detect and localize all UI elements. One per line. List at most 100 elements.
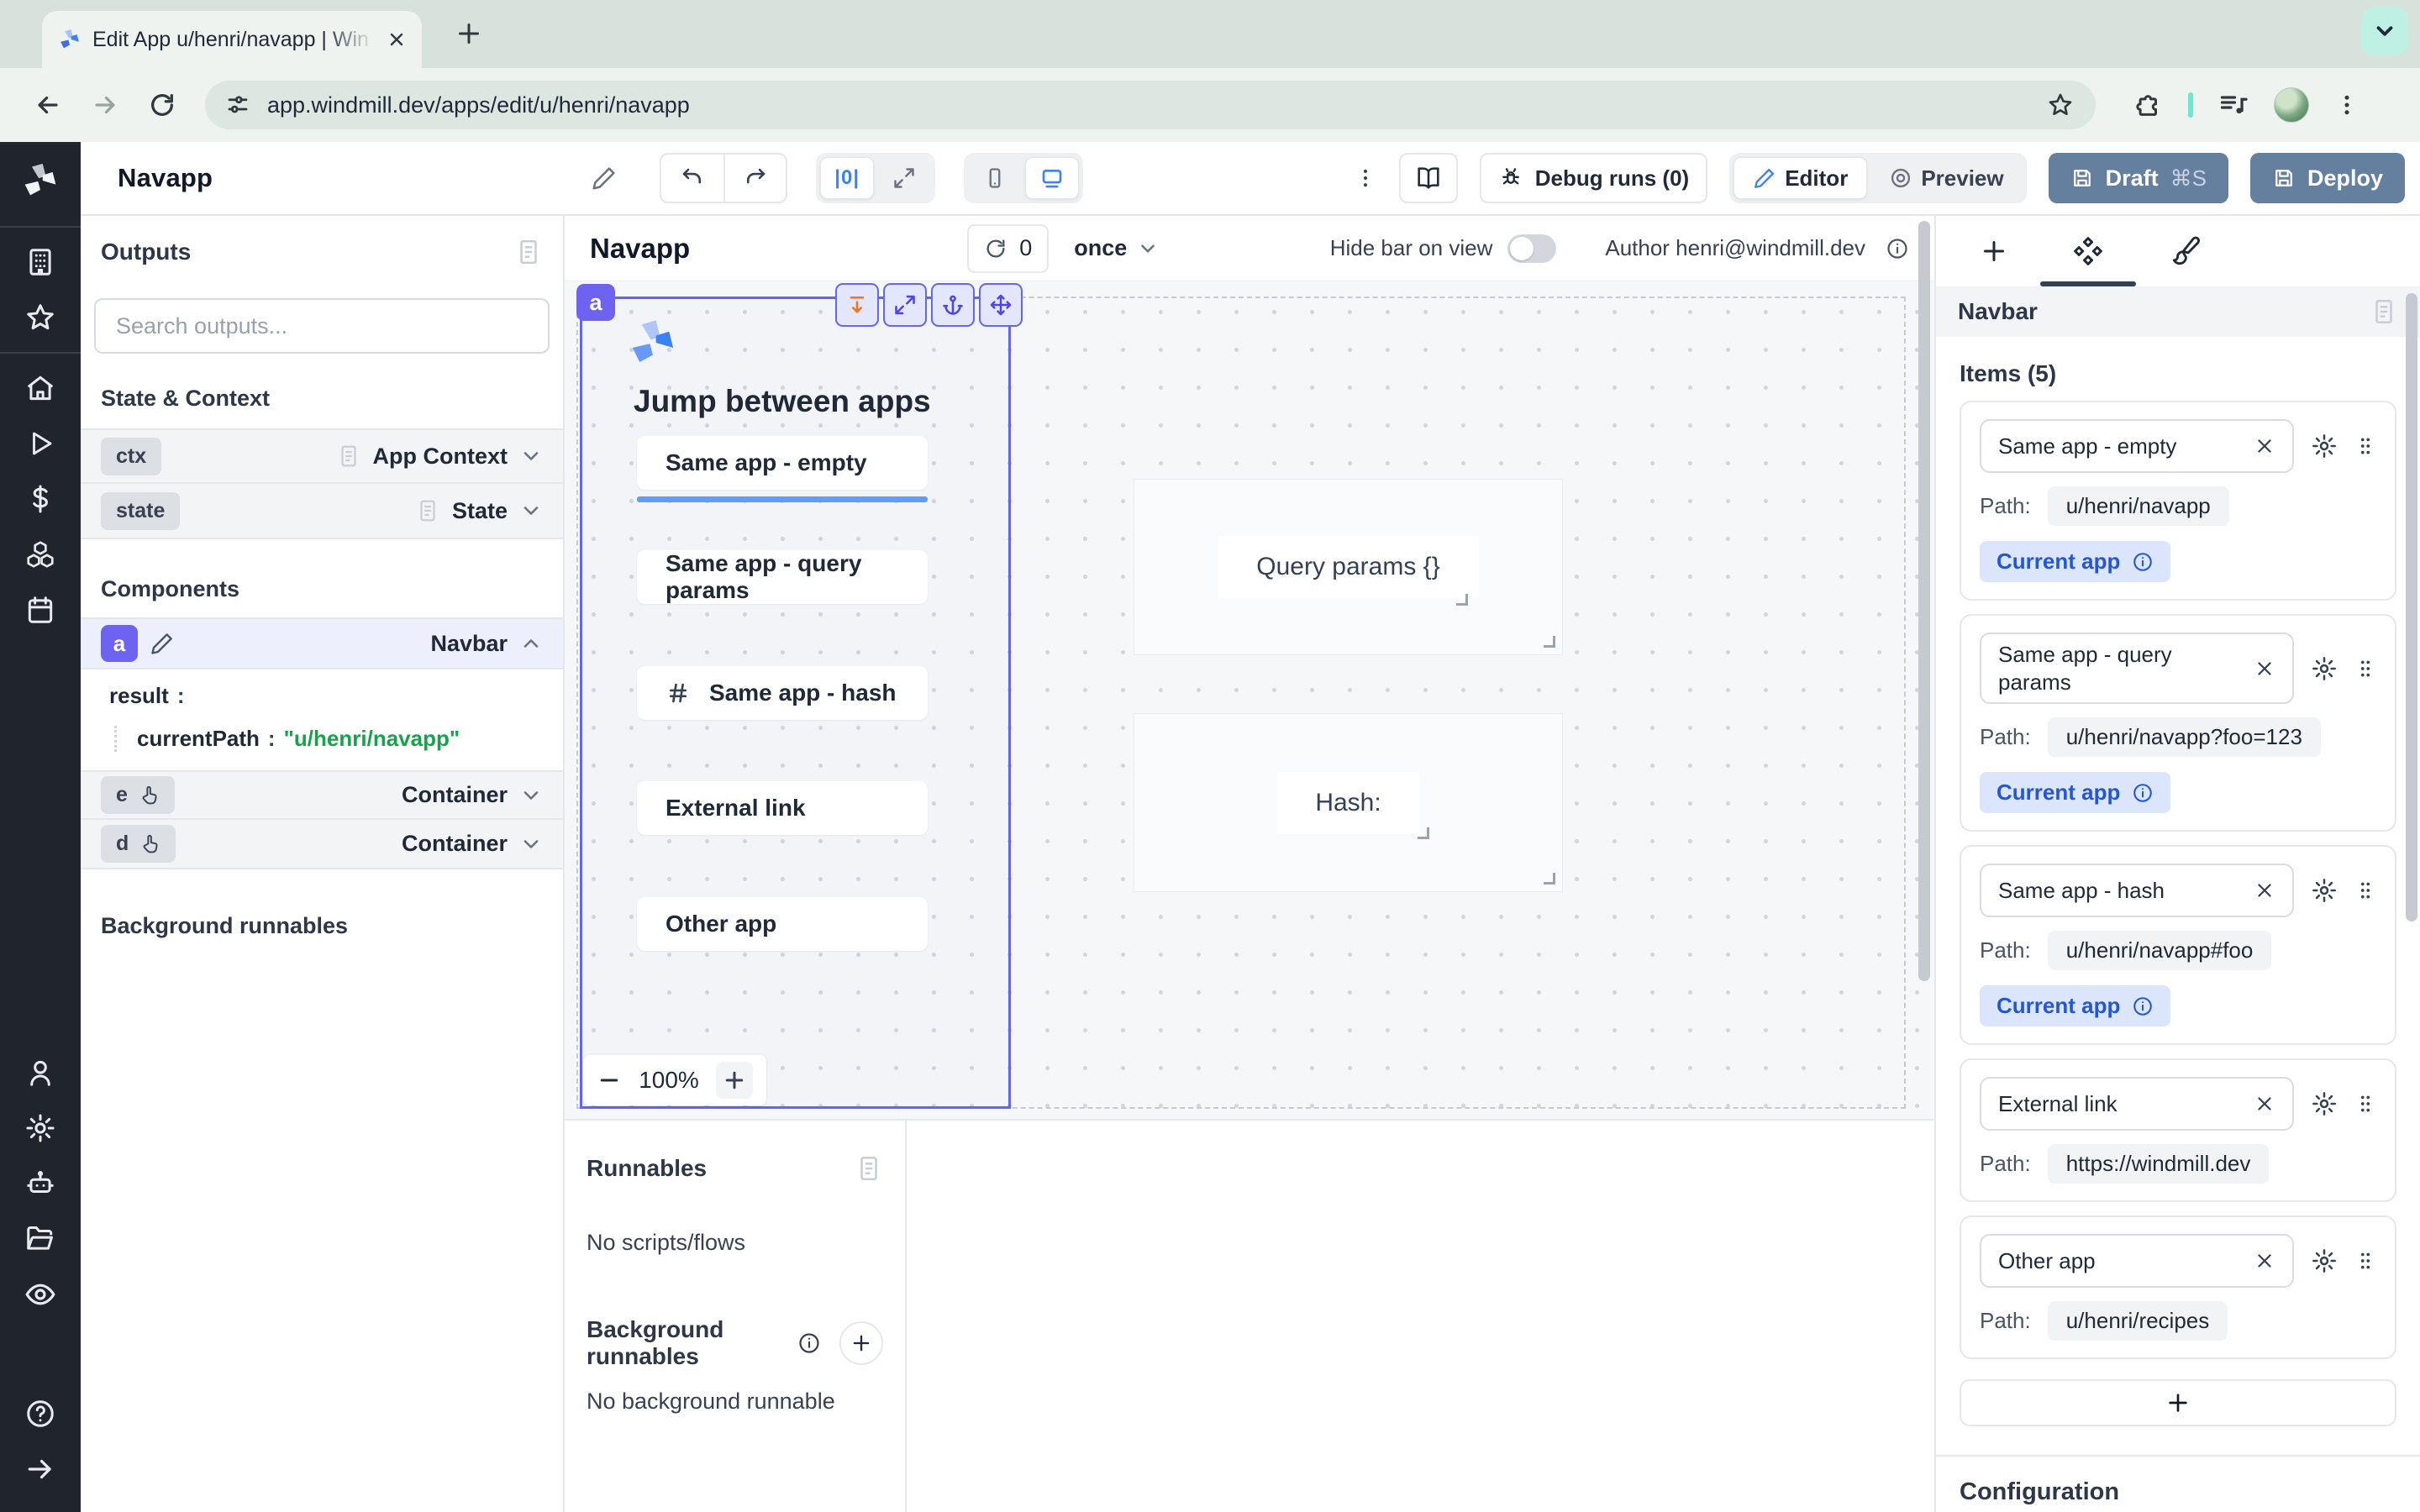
draft-button[interactable]: Draft ⌘S bbox=[2049, 153, 2228, 203]
item-label-input[interactable]: External link bbox=[1980, 1077, 2294, 1131]
drag-handle-icon[interactable] bbox=[2354, 1250, 2376, 1272]
fullwidth-layout-button[interactable] bbox=[877, 157, 931, 199]
workspace-building-icon[interactable] bbox=[0, 234, 81, 290]
item-label-input[interactable]: Same app - empty bbox=[1980, 419, 2294, 473]
chevron-down-icon[interactable] bbox=[519, 499, 543, 522]
info-icon[interactable] bbox=[2132, 782, 2154, 804]
preview-tab[interactable]: Preview bbox=[1870, 157, 2022, 199]
user-icon[interactable] bbox=[0, 1045, 81, 1100]
state-row[interactable]: state State bbox=[81, 484, 563, 539]
schedules-calendar-icon[interactable] bbox=[0, 582, 81, 638]
resources-boxes-icon[interactable] bbox=[0, 527, 81, 582]
editor-tab[interactable]: Editor bbox=[1733, 157, 1867, 199]
outputs-search-input[interactable] bbox=[94, 298, 550, 354]
chevron-down-icon[interactable] bbox=[519, 784, 543, 807]
rename-pencil-icon[interactable] bbox=[591, 165, 618, 192]
mobile-view-button[interactable] bbox=[968, 157, 1022, 199]
add-component-tab[interactable] bbox=[1948, 216, 2040, 286]
add-nav-item-button[interactable] bbox=[1960, 1379, 2396, 1426]
resize-corner[interactable] bbox=[1418, 827, 1429, 839]
bookmark-star-icon[interactable] bbox=[2047, 92, 2074, 118]
centered-layout-button[interactable]: |0| bbox=[820, 157, 874, 199]
profile-avatar[interactable] bbox=[2274, 87, 2309, 123]
query-params-container[interactable]: Query params {} bbox=[1134, 480, 1562, 654]
window-chevron-button[interactable] bbox=[2361, 7, 2408, 55]
debug-runs-button[interactable]: Debug runs (0) bbox=[1480, 153, 1707, 203]
help-question-icon[interactable] bbox=[0, 1386, 81, 1441]
nav-item-other-app[interactable]: Other app bbox=[637, 897, 928, 951]
item-path-chip[interactable]: u/henri/navapp bbox=[2048, 486, 2229, 526]
hash-container[interactable]: Hash: bbox=[1134, 714, 1562, 891]
component-row-container-d[interactable]: d Container bbox=[81, 820, 563, 869]
clear-label-icon[interactable] bbox=[2254, 658, 2275, 680]
drag-handle-icon[interactable] bbox=[2354, 879, 2376, 901]
drag-handle-icon[interactable] bbox=[2354, 435, 2376, 457]
item-path-chip[interactable]: u/henri/navapp#foo bbox=[2048, 931, 2272, 970]
zoom-out-icon[interactable] bbox=[597, 1068, 622, 1093]
state-log-icon[interactable] bbox=[415, 498, 440, 523]
reload-icon[interactable] bbox=[148, 91, 176, 119]
windmill-logo-icon[interactable] bbox=[0, 142, 81, 219]
zoom-in-icon[interactable] bbox=[716, 1062, 753, 1099]
item-label-input[interactable]: Other app bbox=[1980, 1234, 2294, 1288]
styling-brush-tab[interactable] bbox=[2139, 216, 2232, 286]
resize-corner[interactable] bbox=[1456, 594, 1468, 606]
expand-handle[interactable] bbox=[883, 283, 927, 327]
item-label-input[interactable]: Same app - hash bbox=[1980, 864, 2294, 917]
info-icon[interactable] bbox=[1886, 237, 1909, 260]
item-settings-gear-icon[interactable] bbox=[2311, 1090, 2338, 1117]
info-icon[interactable] bbox=[2132, 551, 2154, 573]
drag-handle-icon[interactable] bbox=[2354, 658, 2376, 680]
current-path-line[interactable]: currentPath:"u/henri/navapp" bbox=[114, 726, 563, 752]
new-tab-icon[interactable] bbox=[454, 18, 484, 49]
nav-item-external-link[interactable]: External link bbox=[637, 781, 928, 835]
tab-close-icon[interactable] bbox=[387, 29, 407, 50]
component-row-navbar[interactable]: a Navbar bbox=[81, 617, 563, 669]
clear-label-icon[interactable] bbox=[2254, 1093, 2275, 1115]
outputs-log-icon[interactable] bbox=[514, 238, 543, 266]
workers-robot-icon[interactable] bbox=[0, 1156, 81, 1211]
item-settings-gear-icon[interactable] bbox=[2311, 433, 2338, 459]
media-playlist-icon[interactable] bbox=[2218, 90, 2249, 120]
settings-scrollbar[interactable] bbox=[2406, 293, 2417, 921]
chevron-up-icon[interactable] bbox=[519, 632, 543, 655]
site-settings-icon[interactable] bbox=[225, 92, 250, 118]
drag-handle-icon[interactable] bbox=[2354, 1093, 2376, 1115]
toolbar-kebab-icon[interactable] bbox=[1354, 166, 1377, 190]
anchor-handle[interactable] bbox=[931, 283, 975, 327]
add-background-runnable-button[interactable] bbox=[839, 1321, 883, 1365]
ctx-row[interactable]: ctx App Context bbox=[81, 428, 563, 484]
runnables-log-icon[interactable] bbox=[855, 1154, 883, 1183]
nav-item-same-app-empty[interactable]: Same app - empty bbox=[637, 436, 928, 490]
redo-button[interactable] bbox=[723, 155, 786, 202]
app-canvas[interactable]: a bbox=[565, 281, 1934, 1119]
nav-item-hash[interactable]: Same app - hash bbox=[637, 666, 928, 720]
item-path-chip[interactable]: u/henri/recipes bbox=[2048, 1301, 2228, 1341]
item-settings-gear-icon[interactable] bbox=[2311, 877, 2338, 904]
settings-gear-icon[interactable] bbox=[0, 1100, 81, 1156]
audit-eye-icon[interactable] bbox=[0, 1267, 81, 1322]
move-handle[interactable] bbox=[979, 283, 1023, 327]
clear-label-icon[interactable] bbox=[2254, 435, 2275, 457]
extensions-puzzle-icon[interactable] bbox=[2134, 91, 2163, 119]
browser-menu-kebab-icon[interactable] bbox=[2334, 92, 2360, 118]
undo-button[interactable] bbox=[661, 155, 723, 202]
component-row-container-e[interactable]: e Container bbox=[81, 770, 563, 820]
resize-corner[interactable] bbox=[1544, 636, 1555, 648]
item-settings-gear-icon[interactable] bbox=[2311, 1247, 2338, 1274]
info-icon[interactable] bbox=[2132, 995, 2154, 1017]
align-top-handle[interactable] bbox=[835, 283, 879, 327]
folders-icon[interactable] bbox=[0, 1211, 81, 1267]
home-icon[interactable] bbox=[0, 360, 81, 416]
canvas-scrollbar[interactable] bbox=[1918, 221, 1930, 981]
item-path-chip[interactable]: u/henri/navapp?foo=123 bbox=[2048, 717, 2321, 757]
nav-item-query-params[interactable]: Same app - query params bbox=[637, 550, 928, 604]
url-bar[interactable]: app.windmill.dev/apps/edit/u/henri/navap… bbox=[205, 81, 2096, 129]
docs-book-button[interactable] bbox=[1399, 153, 1458, 203]
info-icon[interactable] bbox=[797, 1331, 821, 1355]
refresh-counter[interactable]: 0 bbox=[967, 224, 1049, 273]
hide-bar-toggle[interactable] bbox=[1507, 234, 1556, 263]
back-icon[interactable] bbox=[34, 91, 62, 119]
browser-tab[interactable]: Edit App u/henri/navapp | Win bbox=[42, 11, 422, 68]
component-log-icon[interactable] bbox=[2370, 297, 2398, 326]
